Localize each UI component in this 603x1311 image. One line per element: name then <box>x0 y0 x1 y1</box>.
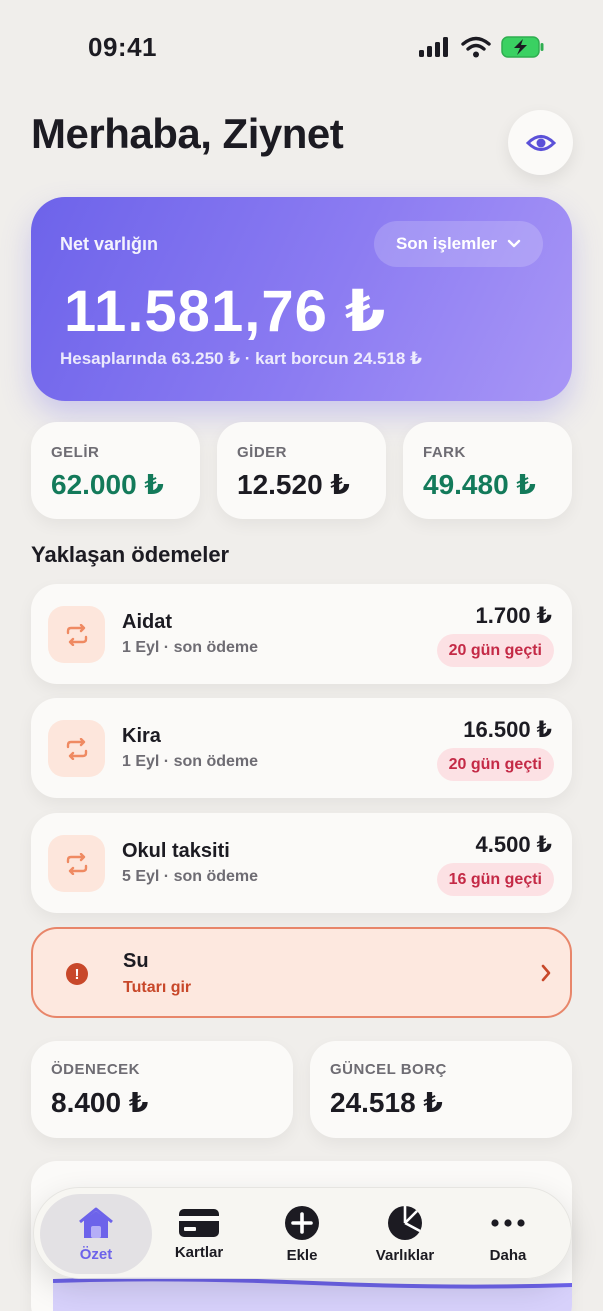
status-time: 09:41 <box>88 32 157 62</box>
payment-name: Kira <box>122 725 161 747</box>
stat-label: GİDER <box>237 444 288 461</box>
payment-item[interactable]: Okul taksiti 5 Eyl · son ödeme 4.500 ₺ 1… <box>31 813 572 913</box>
toggle-visibility-button[interactable] <box>508 110 573 175</box>
repeat-icon <box>48 835 105 892</box>
payment-name: Okul taksiti <box>122 840 230 862</box>
overdue-badge: 16 gün geçti <box>436 863 554 896</box>
alert-action: Tutarı gir <box>123 979 192 996</box>
tab-label: Kartlar <box>174 1243 224 1261</box>
home-icon <box>79 1207 113 1238</box>
stat-value: 49.480 ₺ <box>423 469 536 500</box>
alert-name: Su <box>123 950 149 972</box>
tab-label: Ekle <box>286 1246 318 1264</box>
summary-label: GÜNCEL BORÇ <box>330 1061 447 1078</box>
wifi-icon <box>461 36 491 58</box>
payment-amount: 1.700 ₺ <box>475 603 552 628</box>
summary-value: 8.400 ₺ <box>51 1087 149 1118</box>
payment-item[interactable]: Aidat 1 Eyl · son ödeme 1.700 ₺ 20 gün g… <box>31 584 572 684</box>
status-bar: 09:41 <box>0 0 603 96</box>
repeat-icon <box>48 720 105 777</box>
signal-icon <box>419 37 448 57</box>
chevron-right-icon <box>541 964 551 982</box>
more-icon <box>491 1218 525 1227</box>
net-worth-label: Net varlığın <box>60 234 159 254</box>
stat-value: 62.000 ₺ <box>51 469 164 500</box>
overdue-badge: 20 gün geçti <box>436 748 554 781</box>
greeting-title: Merhaba, Ziynet <box>31 110 344 157</box>
stat-label: GELİR <box>51 444 100 461</box>
status-icons <box>419 36 545 58</box>
battery-charging-icon <box>501 36 544 58</box>
tab-ozet[interactable]: Özet <box>46 1188 146 1280</box>
period-label: Son işlemler <box>395 234 498 253</box>
tab-ekle[interactable]: Ekle <box>252 1188 352 1280</box>
payment-amount: 16.500 ₺ <box>463 717 552 742</box>
eye-icon <box>525 134 556 151</box>
tab-daha[interactable]: Daha <box>458 1188 558 1280</box>
to-pay-card[interactable]: ÖDENECEK 8.400 ₺ <box>31 1041 293 1138</box>
payment-amount: 4.500 ₺ <box>475 832 552 857</box>
repeat-icon <box>48 606 105 663</box>
expense-stat-card[interactable]: GİDER 12.520 ₺ <box>217 422 386 519</box>
payment-item[interactable]: Kira 1 Eyl · son ödeme 16.500 ₺ 20 gün g… <box>31 698 572 798</box>
stat-label: FARK <box>423 444 466 461</box>
exclamation-icon: ! <box>66 963 88 985</box>
tab-label: Varlıklar <box>375 1246 435 1264</box>
chevron-down-icon <box>507 239 521 248</box>
card-icon <box>179 1208 219 1237</box>
summary-label: ÖDENECEK <box>51 1061 141 1078</box>
net-worth-card: Net varlığın Son işlemler 11.581,76 ₺ He… <box>31 197 572 401</box>
tab-label: Daha <box>489 1246 527 1264</box>
current-debt-card[interactable]: GÜNCEL BORÇ 24.518 ₺ <box>310 1041 572 1138</box>
payment-due: 5 Eyl · son ödeme <box>122 868 259 885</box>
bottom-tab-bar: Özet Kartlar Ekle Varlıklar Daha <box>33 1187 572 1279</box>
period-dropdown[interactable]: Son işlemler <box>374 221 543 267</box>
tab-kartlar[interactable]: Kartlar <box>149 1188 249 1280</box>
upcoming-payments-title: Yaklaşan ödemeler <box>31 542 230 567</box>
missing-amount-alert[interactable]: ! Su Tutarı gir <box>31 927 572 1018</box>
payment-due: 1 Eyl · son ödeme <box>122 753 259 770</box>
tab-varliklar[interactable]: Varlıklar <box>355 1188 455 1280</box>
difference-stat-card[interactable]: FARK 49.480 ₺ <box>403 422 572 519</box>
net-worth-value: 11.581,76 ₺ <box>64 279 387 344</box>
stat-value: 12.520 ₺ <box>237 469 350 500</box>
summary-value: 24.518 ₺ <box>330 1087 443 1118</box>
pie-chart-icon <box>388 1205 422 1240</box>
overdue-badge: 20 gün geçti <box>436 634 554 667</box>
plus-circle-icon <box>285 1205 319 1240</box>
net-worth-subtitle: Hesaplarında 63.250 ₺ · kart borcun 24.5… <box>60 349 422 368</box>
payment-due: 1 Eyl · son ödeme <box>122 639 259 656</box>
income-stat-card[interactable]: GELİR 62.000 ₺ <box>31 422 200 519</box>
tab-label: Özet <box>79 1245 113 1263</box>
payment-name: Aidat <box>122 611 172 633</box>
